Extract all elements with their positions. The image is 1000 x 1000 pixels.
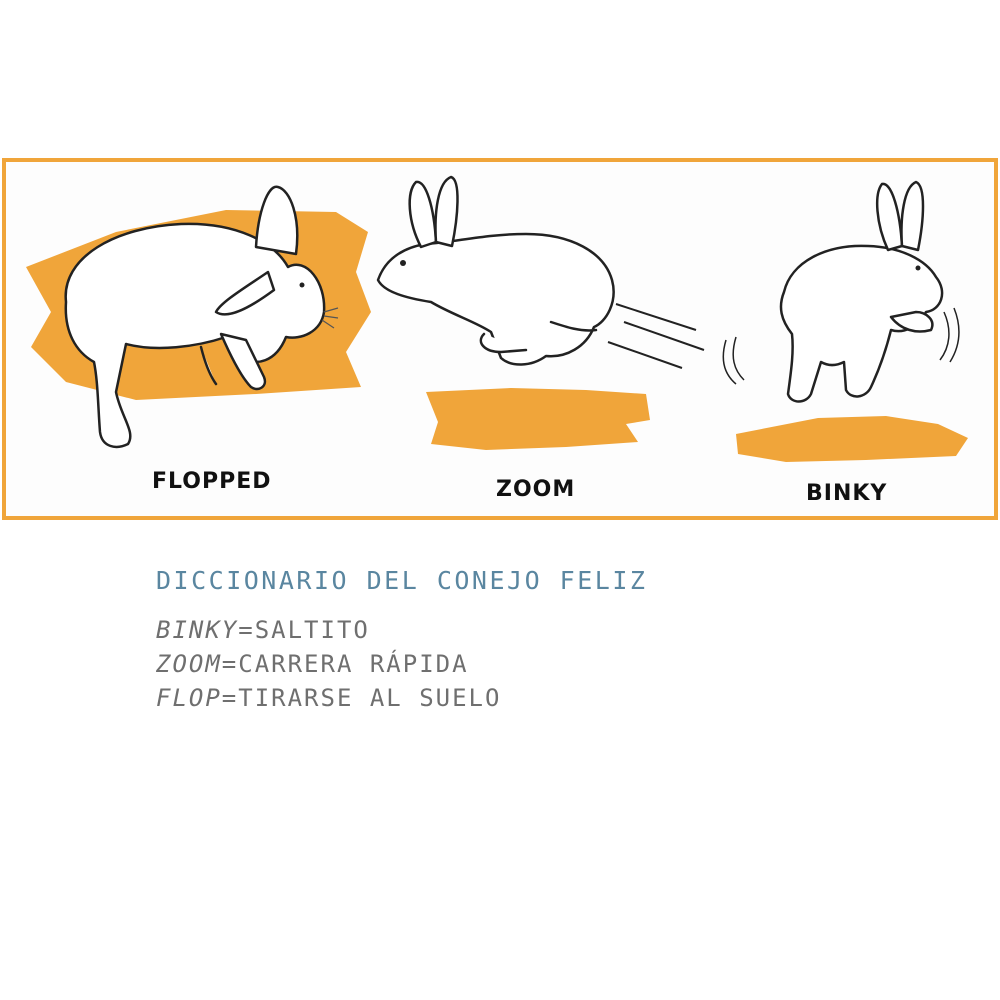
dictionary-entry-flop: FLOP=TIRARSE AL SUELO	[156, 684, 501, 712]
flopped-rabbit-icon	[26, 185, 371, 449]
binky-orange-splash	[736, 416, 968, 462]
zoom-caption: ZOOM	[496, 477, 575, 502]
dictionary-entry-binky: BINKY=SALTITO	[156, 616, 370, 644]
zoom-orange-splash	[426, 388, 650, 450]
entry-term: FLOP	[156, 684, 222, 712]
dictionary-title: DICCIONARIO DEL CONEJO FELIZ	[156, 566, 648, 595]
entry-definition: =TIRARSE AL SUELO	[221, 684, 502, 712]
entry-term: ZOOM	[156, 650, 222, 678]
entry-definition: =CARRERA RÁPIDA	[221, 650, 469, 678]
entry-definition: =SALTITO	[238, 616, 370, 644]
dictionary-entry-zoom: ZOOM=CARRERA RÁPIDA	[156, 650, 469, 678]
entry-term: BINKY	[156, 616, 239, 644]
binky-rabbit-icon	[722, 180, 968, 462]
binky-caption: BINKY	[806, 481, 887, 506]
flopped-caption: FLOPPED	[152, 469, 272, 494]
illustration-canvas: FLOPPED ZOOM BINKY	[26, 175, 968, 506]
rabbit-behaviors-illustration: FLOPPED ZOOM BINKY	[2, 158, 998, 520]
zooming-rabbit-icon	[376, 175, 705, 450]
